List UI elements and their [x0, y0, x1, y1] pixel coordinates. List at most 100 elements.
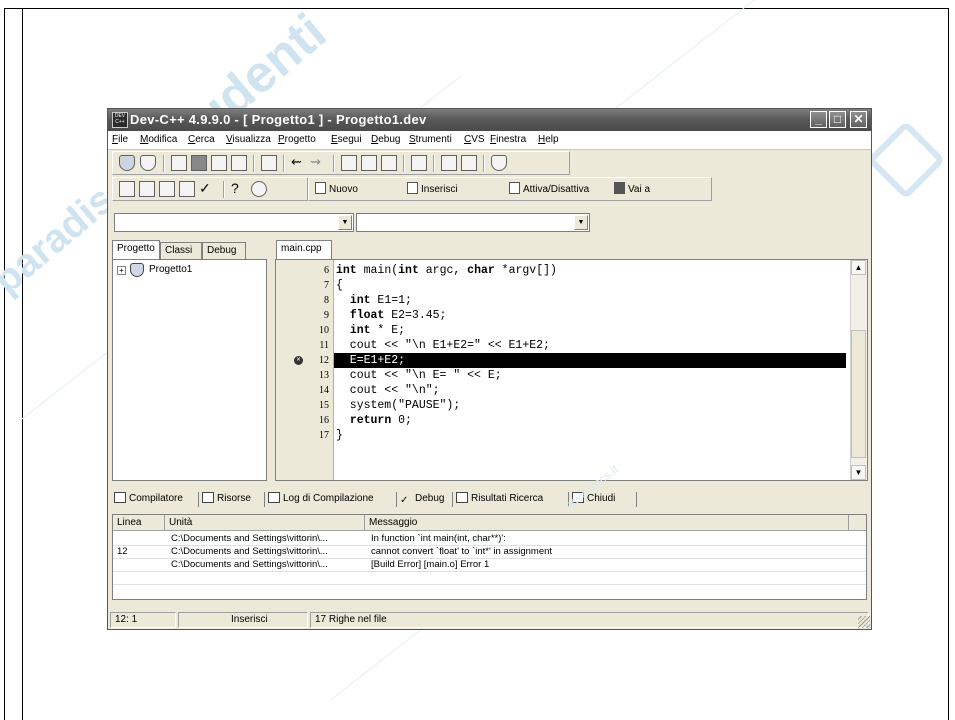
scroll-thumb[interactable] [851, 330, 866, 458]
code-line-error[interactable]: ✕ 12 E=E1+E2; [276, 353, 846, 368]
checkmark-icon[interactable]: ✓ [199, 181, 215, 197]
column-header-unita[interactable]: Unità [165, 515, 365, 531]
toolbar-separator [163, 155, 165, 172]
code-editor[interactable]: 6 int main(int argc, char *argv[]) 7{ 8 i… [275, 259, 868, 481]
checkmark-icon: ✓ [400, 495, 409, 506]
scroll-down-icon[interactable]: ▼ [851, 465, 866, 480]
toolbar-separator [433, 155, 435, 172]
nuovo-button[interactable]: Nuovo [315, 182, 358, 195]
remove-from-project-icon[interactable] [461, 155, 477, 171]
column-header-linea[interactable]: Linea [113, 515, 165, 531]
tab-progetto[interactable]: Progetto [112, 240, 160, 259]
table-cell: C:\Documents and Settings\vittorin\... [171, 533, 328, 544]
inserisci-button[interactable]: Inserisci [407, 182, 458, 195]
app-icon: DEV C++ [112, 112, 128, 128]
menu-finestra[interactable]: Finestra [490, 134, 526, 145]
resize-grip[interactable] [858, 616, 870, 628]
tab-compilatore[interactable]: Compilatore [114, 491, 183, 507]
rebuild-icon[interactable] [179, 181, 195, 197]
redo-icon[interactable]: ⇝ [310, 155, 326, 171]
compile-run-icon[interactable] [159, 181, 175, 197]
main-toolbar: ⇜ ⇝ [112, 151, 570, 175]
column-header-messaggio[interactable]: Messaggio [365, 515, 849, 531]
menu-esegui[interactable]: Esegui [331, 134, 362, 145]
code-line[interactable]: 8 int E1=1; [276, 293, 846, 308]
menu-cerca[interactable]: Cerca [188, 134, 215, 145]
tab-risultati-ricerca[interactable]: Risultati Ricerca [456, 491, 543, 507]
close-project-icon[interactable] [140, 155, 156, 171]
menu-strumenti[interactable]: Strumenti [409, 134, 452, 145]
minimize-button[interactable]: _ [810, 111, 827, 128]
table-cell: In function `int main(int, char**)': [371, 533, 506, 544]
menu-file[interactable]: File [112, 134, 128, 145]
compile-icon[interactable] [119, 181, 135, 197]
page-margin-line [22, 8, 23, 720]
menu-modifica[interactable]: Modifica [140, 134, 177, 145]
code-line[interactable]: 7{ [276, 278, 846, 293]
save-icon[interactable] [211, 155, 227, 171]
code-line[interactable]: 13 cout << "\n E= " << E; [276, 368, 846, 383]
toolbar-separator [333, 155, 335, 172]
compile-toolbar: ✓ ? [112, 177, 308, 201]
help-icon[interactable]: ? [231, 181, 247, 197]
toolbar-separator [223, 181, 225, 198]
menu-help[interactable]: Help [538, 134, 559, 145]
menu-visualizza[interactable]: Visualizza [226, 134, 271, 145]
table-cell: [Build Error] [main.o] Error 1 [371, 559, 490, 570]
menu-cvs[interactable]: CVS [464, 134, 485, 145]
code-line[interactable]: 6 int main(int argc, char *argv[]) [276, 263, 846, 278]
tab-debug-output[interactable]: ✓ Debug [400, 491, 444, 507]
toolbar-separator [403, 155, 405, 172]
add-to-project-icon[interactable] [441, 155, 457, 171]
compiler-icon [114, 492, 126, 503]
tab-classi[interactable]: Classi [160, 242, 202, 259]
devcpp-window: DEV C++ Dev-C++ 4.9.9.0 - [ Progetto1 ] … [107, 108, 872, 630]
tab-main-cpp[interactable]: main.cpp [276, 240, 332, 259]
chevron-down-icon[interactable]: ▼ [338, 215, 352, 230]
open-file-icon[interactable] [191, 155, 207, 171]
find-icon[interactable] [341, 155, 357, 171]
title-bar[interactable]: DEV C++ Dev-C++ 4.9.9.0 - [ Progetto1 ] … [108, 109, 871, 131]
print-icon[interactable] [261, 155, 277, 171]
code-line[interactable]: 9 float E2=3.45; [276, 308, 846, 323]
about-icon[interactable] [251, 181, 267, 197]
maximize-button[interactable]: □ [829, 111, 846, 128]
tab-risorse[interactable]: Risorse [202, 491, 251, 507]
status-insert-mode: Inserisci [178, 612, 308, 628]
tab-log-compilazione[interactable]: Log di Compilazione [268, 491, 374, 507]
expand-icon[interactable]: + [117, 266, 126, 275]
class-combo[interactable]: ▼ [114, 213, 354, 232]
attiva-disattiva-button[interactable]: Attiva/Disattiva [509, 182, 589, 195]
run-icon[interactable] [139, 181, 155, 197]
new-icon [315, 182, 326, 194]
menu-debug[interactable]: Debug [371, 134, 400, 145]
code-line[interactable]: 16 return 0; [276, 413, 846, 428]
project-tree: + Progetto1 [112, 259, 267, 481]
replace-icon[interactable] [361, 155, 377, 171]
code-line[interactable]: 10 int * E; [276, 323, 846, 338]
project-options-icon[interactable] [491, 155, 507, 171]
toggle-bookmark-icon [509, 182, 520, 194]
vai-a-button[interactable]: Vai a [614, 182, 650, 195]
find-next-icon[interactable] [381, 155, 397, 171]
code-line[interactable]: 14 cout << "\n"; [276, 383, 846, 398]
chevron-down-icon[interactable]: ▼ [574, 215, 588, 230]
undo-icon[interactable]: ⇜ [291, 155, 307, 171]
scroll-up-icon[interactable]: ▲ [851, 260, 866, 275]
code-line[interactable]: 15 system("PAUSE"); [276, 398, 846, 413]
project-icon[interactable] [119, 155, 135, 171]
menu-progetto[interactable]: Progetto [278, 134, 316, 145]
tab-debug[interactable]: Debug [202, 242, 246, 259]
save-all-icon[interactable] [231, 155, 247, 171]
close-button[interactable]: ✕ [850, 111, 867, 128]
code-line[interactable]: 17} [276, 428, 846, 443]
insert-icon [407, 182, 418, 194]
status-bar: 12: 1 Inserisci 17 Righe nel file [108, 611, 871, 629]
editor-scrollbar[interactable]: ▲ ▼ [850, 260, 867, 480]
code-line[interactable]: 11 cout << "\n E1+E2=" << E1+E2; [276, 338, 846, 353]
goto-line-icon[interactable] [411, 155, 427, 171]
tree-item-progetto1[interactable]: Progetto1 [149, 264, 192, 275]
status-line-count: 17 Righe nel file [310, 612, 869, 628]
new-file-icon[interactable] [171, 155, 187, 171]
member-combo[interactable]: ▼ [356, 213, 590, 232]
